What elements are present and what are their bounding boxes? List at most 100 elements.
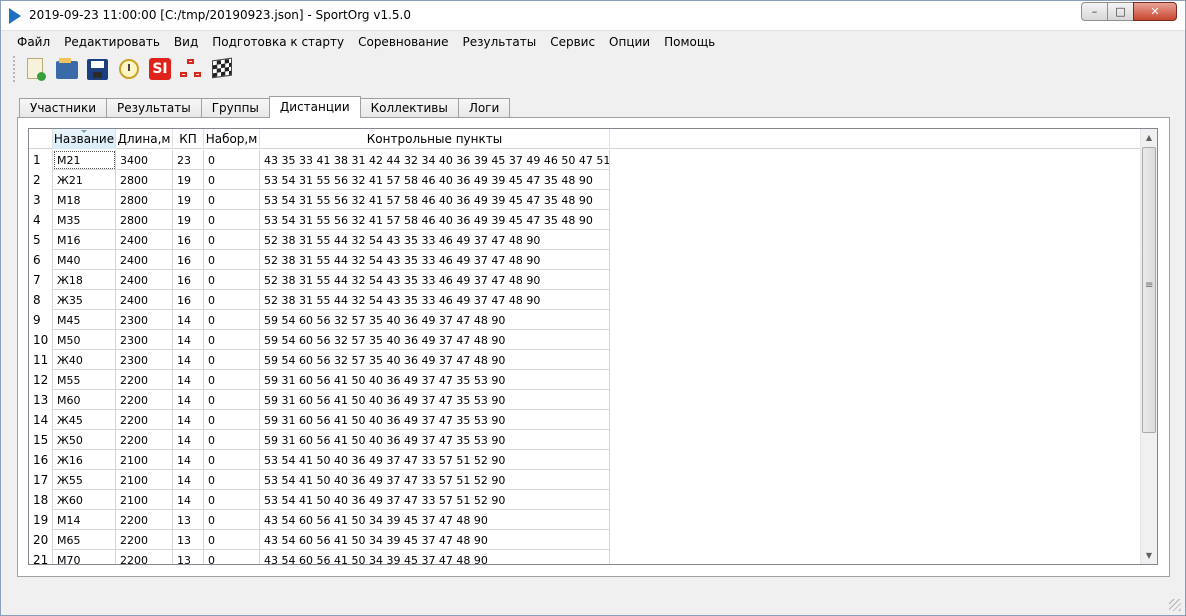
cell-climb[interactable]: 0 [204, 410, 260, 430]
menu-view[interactable]: Вид [167, 32, 205, 52]
cell-climb[interactable]: 0 [204, 350, 260, 370]
table-row[interactable]: 12 М55 2200 14 0 59 31 60 56 41 50 40 36 49 3… [29, 370, 1141, 390]
row-number[interactable]: 11 [29, 350, 53, 370]
cell-controls[interactable]: 59 54 60 56 32 57 35 40 36 49 37 47 48 9… [260, 350, 610, 370]
menu-edit[interactable]: Редактировать [57, 32, 167, 52]
new-file-button[interactable] [23, 56, 49, 82]
tab-courses[interactable]: Дистанции [268, 96, 361, 118]
cell-control-count[interactable]: 14 [173, 390, 204, 410]
header-corner[interactable] [29, 129, 53, 149]
cell-controls[interactable]: 53 54 31 55 56 32 41 57 58 46 40 36 49 3… [260, 210, 610, 230]
cell-length[interactable]: 2100 [116, 470, 173, 490]
table-row[interactable]: 17 Ж55 2100 14 0 53 54 41 50 40 36 49 37 47 3… [29, 470, 1141, 490]
menu-file[interactable]: Файл [10, 32, 57, 52]
cell-length[interactable]: 2400 [116, 250, 173, 270]
cell-controls[interactable]: 52 38 31 55 44 32 54 43 35 33 46 49 37 4… [260, 230, 610, 250]
cell-control-count[interactable]: 16 [173, 230, 204, 250]
cell-name[interactable]: М40 [53, 250, 116, 270]
scroll-down-arrow-icon[interactable]: ▼ [1141, 547, 1157, 564]
menu-help[interactable]: Помощь [657, 32, 722, 52]
table-row[interactable]: 8 Ж35 2400 16 0 52 38 31 55 44 32 54 43 35 33… [29, 290, 1141, 310]
cell-name[interactable]: Ж21 [53, 170, 116, 190]
resize-grip-icon[interactable] [1169, 599, 1181, 611]
cell-name[interactable]: Ж35 [53, 290, 116, 310]
row-number[interactable]: 7 [29, 270, 53, 290]
cell-length[interactable]: 2400 [116, 270, 173, 290]
cell-control-count[interactable]: 14 [173, 330, 204, 350]
menu-results[interactable]: Результаты [456, 32, 544, 52]
table-row[interactable]: 20 М65 2200 13 0 43 54 60 56 41 50 34 39 45 3… [29, 530, 1141, 550]
cell-control-count[interactable]: 14 [173, 430, 204, 450]
row-number[interactable]: 20 [29, 530, 53, 550]
row-number[interactable]: 1 [29, 150, 53, 170]
open-file-button[interactable] [54, 56, 80, 82]
cell-climb[interactable]: 0 [204, 230, 260, 250]
row-number[interactable]: 15 [29, 430, 53, 450]
table-row[interactable]: 4 М35 2800 19 0 53 54 31 55 56 32 41 57 58 46… [29, 210, 1141, 230]
cell-length[interactable]: 2800 [116, 170, 173, 190]
cell-control-count[interactable]: 13 [173, 530, 204, 550]
cell-length[interactable]: 2400 [116, 290, 173, 310]
menu-service[interactable]: Сервис [543, 32, 602, 52]
cell-climb[interactable]: 0 [204, 210, 260, 230]
row-number[interactable]: 2 [29, 170, 53, 190]
cell-controls[interactable]: 53 54 31 55 56 32 41 57 58 46 40 36 49 3… [260, 170, 610, 190]
row-number[interactable]: 10 [29, 330, 53, 350]
cell-length[interactable]: 2800 [116, 210, 173, 230]
cell-control-count[interactable]: 14 [173, 410, 204, 430]
tab-participants[interactable]: Участники [19, 98, 108, 118]
cell-climb[interactable]: 0 [204, 510, 260, 530]
cell-controls[interactable]: 43 35 33 41 38 31 42 44 32 34 40 36 39 4… [260, 150, 610, 170]
table-row[interactable]: 3 М18 2800 19 0 53 54 31 55 56 32 41 57 58 46… [29, 190, 1141, 210]
table-row[interactable]: 2 Ж21 2800 19 0 53 54 31 55 56 32 41 57 58 46… [29, 170, 1141, 190]
cell-climb[interactable]: 0 [204, 390, 260, 410]
cell-climb[interactable]: 0 [204, 170, 260, 190]
cell-climb[interactable]: 0 [204, 270, 260, 290]
cell-length[interactable]: 2300 [116, 310, 173, 330]
cell-controls[interactable]: 52 38 31 55 44 32 54 43 35 33 46 49 37 4… [260, 290, 610, 310]
cell-control-count[interactable]: 13 [173, 510, 204, 530]
si-reader-button[interactable]: SI [147, 56, 173, 82]
cell-name[interactable]: М16 [53, 230, 116, 250]
cell-control-count[interactable]: 19 [173, 210, 204, 230]
cell-control-count[interactable]: 13 [173, 550, 204, 564]
cell-controls[interactable]: 53 54 31 55 56 32 41 57 58 46 40 36 49 3… [260, 190, 610, 210]
cell-name[interactable]: М50 [53, 330, 116, 350]
row-number[interactable]: 6 [29, 250, 53, 270]
tab-logs[interactable]: Логи [457, 98, 511, 118]
row-number[interactable]: 9 [29, 310, 53, 330]
row-number[interactable]: 16 [29, 450, 53, 470]
cell-climb[interactable]: 0 [204, 190, 260, 210]
row-number[interactable]: 4 [29, 210, 53, 230]
menu-options[interactable]: Опции [602, 32, 657, 52]
row-number[interactable]: 14 [29, 410, 53, 430]
table-row[interactable]: 13 М60 2200 14 0 59 31 60 56 41 50 40 36 49 3… [29, 390, 1141, 410]
cell-climb[interactable]: 0 [204, 290, 260, 310]
table-row[interactable]: 9 М45 2300 14 0 59 54 60 56 32 57 35 40 36 49… [29, 310, 1141, 330]
cell-control-count[interactable]: 14 [173, 470, 204, 490]
cell-control-count[interactable]: 14 [173, 350, 204, 370]
network-button[interactable] [178, 56, 204, 82]
row-number[interactable]: 8 [29, 290, 53, 310]
cell-control-count[interactable]: 19 [173, 170, 204, 190]
cell-controls[interactable]: 59 31 60 56 41 50 40 36 49 37 47 35 53 9… [260, 430, 610, 450]
scrollbar-thumb[interactable] [1142, 147, 1156, 433]
cell-length[interactable]: 2100 [116, 450, 173, 470]
courses-table[interactable]: Название Длина,м КП Набор,м Контрольные … [28, 128, 1158, 565]
row-number[interactable]: 18 [29, 490, 53, 510]
cell-name[interactable]: М14 [53, 510, 116, 530]
table-row[interactable]: 11 Ж40 2300 14 0 59 54 60 56 32 57 35 40 36 4… [29, 350, 1141, 370]
cell-length[interactable]: 2200 [116, 370, 173, 390]
row-number[interactable]: 19 [29, 510, 53, 530]
cell-climb[interactable]: 0 [204, 530, 260, 550]
tab-results[interactable]: Результаты [106, 98, 202, 118]
cell-name[interactable]: Ж55 [53, 470, 116, 490]
table-row[interactable]: 15 Ж50 2200 14 0 59 31 60 56 41 50 40 36 49 3… [29, 430, 1141, 450]
cell-control-count[interactable]: 14 [173, 310, 204, 330]
cell-control-count[interactable]: 16 [173, 270, 204, 290]
cell-controls[interactable]: 52 38 31 55 44 32 54 43 35 33 46 49 37 4… [260, 250, 610, 270]
cell-controls[interactable]: 59 31 60 56 41 50 40 36 49 37 47 35 53 9… [260, 370, 610, 390]
header-length[interactable]: Длина,м [116, 129, 173, 149]
cell-name[interactable]: Ж45 [53, 410, 116, 430]
row-number[interactable]: 3 [29, 190, 53, 210]
